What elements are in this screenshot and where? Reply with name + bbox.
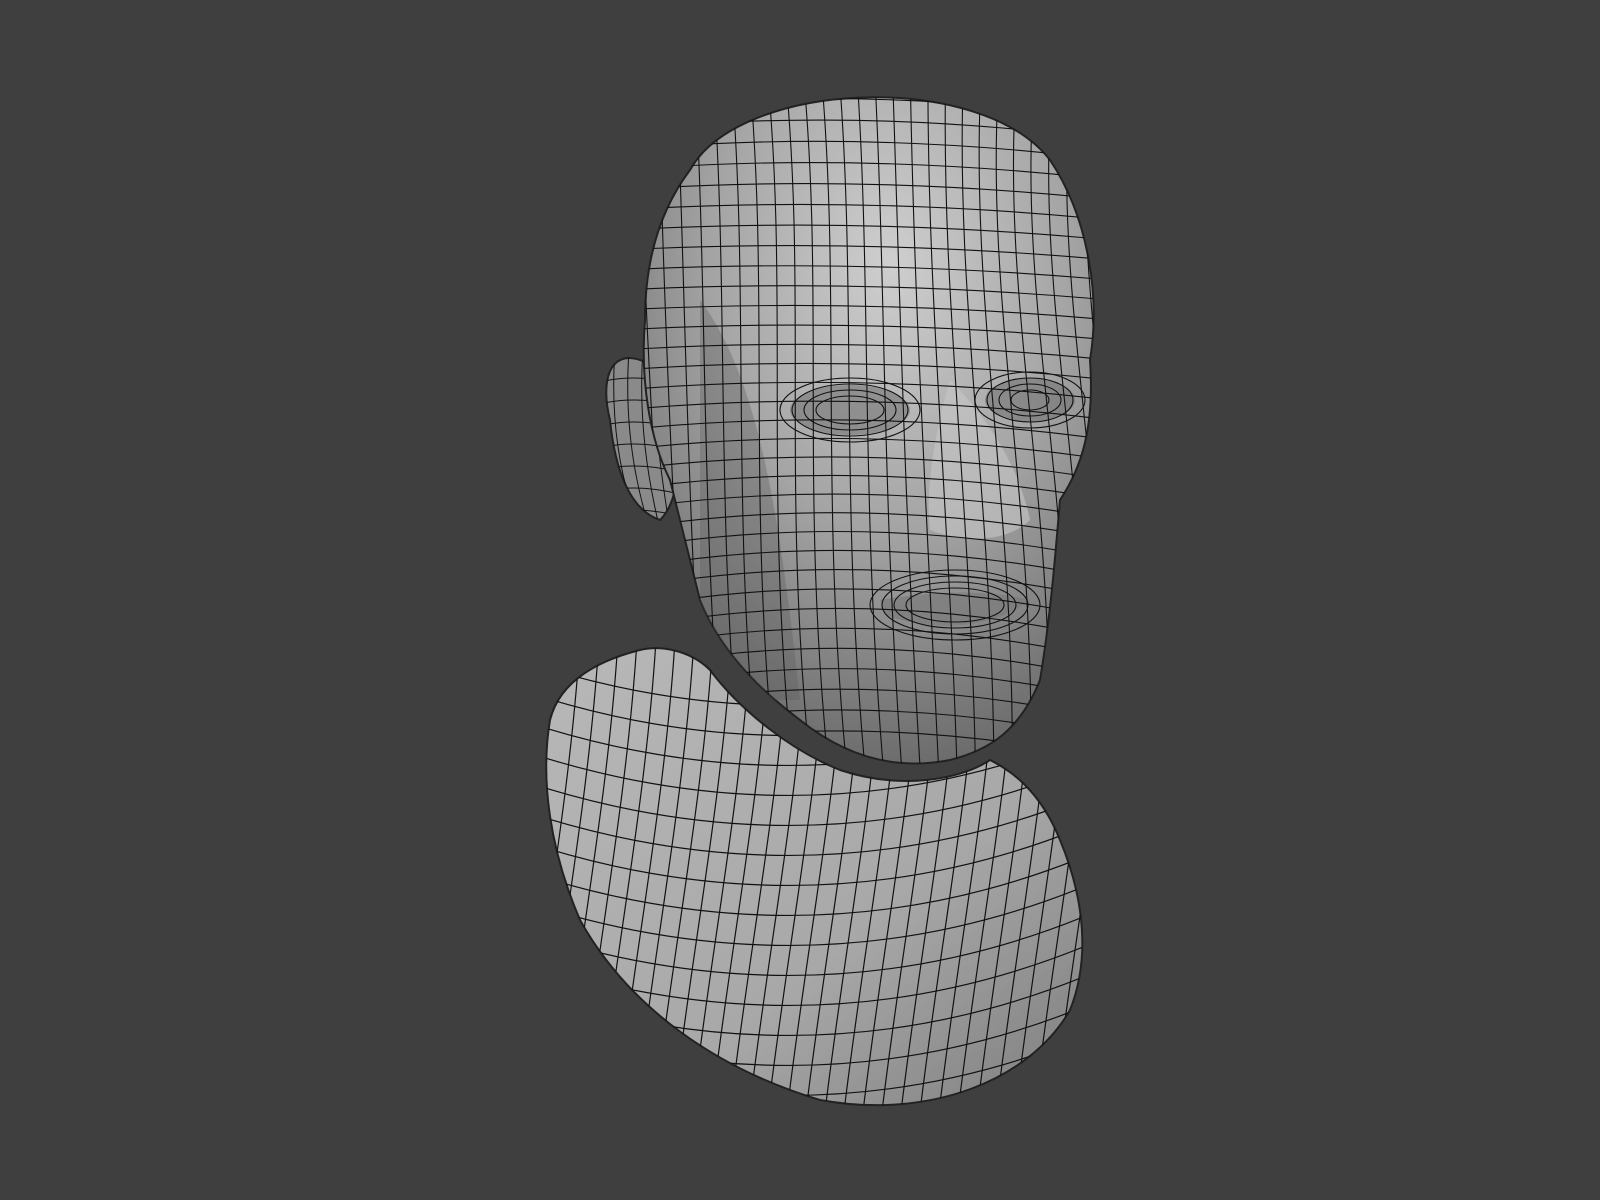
wireframe-edge xyxy=(1084,97,1094,764)
3d-viewport[interactable] xyxy=(0,0,1600,1200)
head-bust-render xyxy=(545,96,1095,1107)
wireframe-edge xyxy=(1070,648,1083,1106)
